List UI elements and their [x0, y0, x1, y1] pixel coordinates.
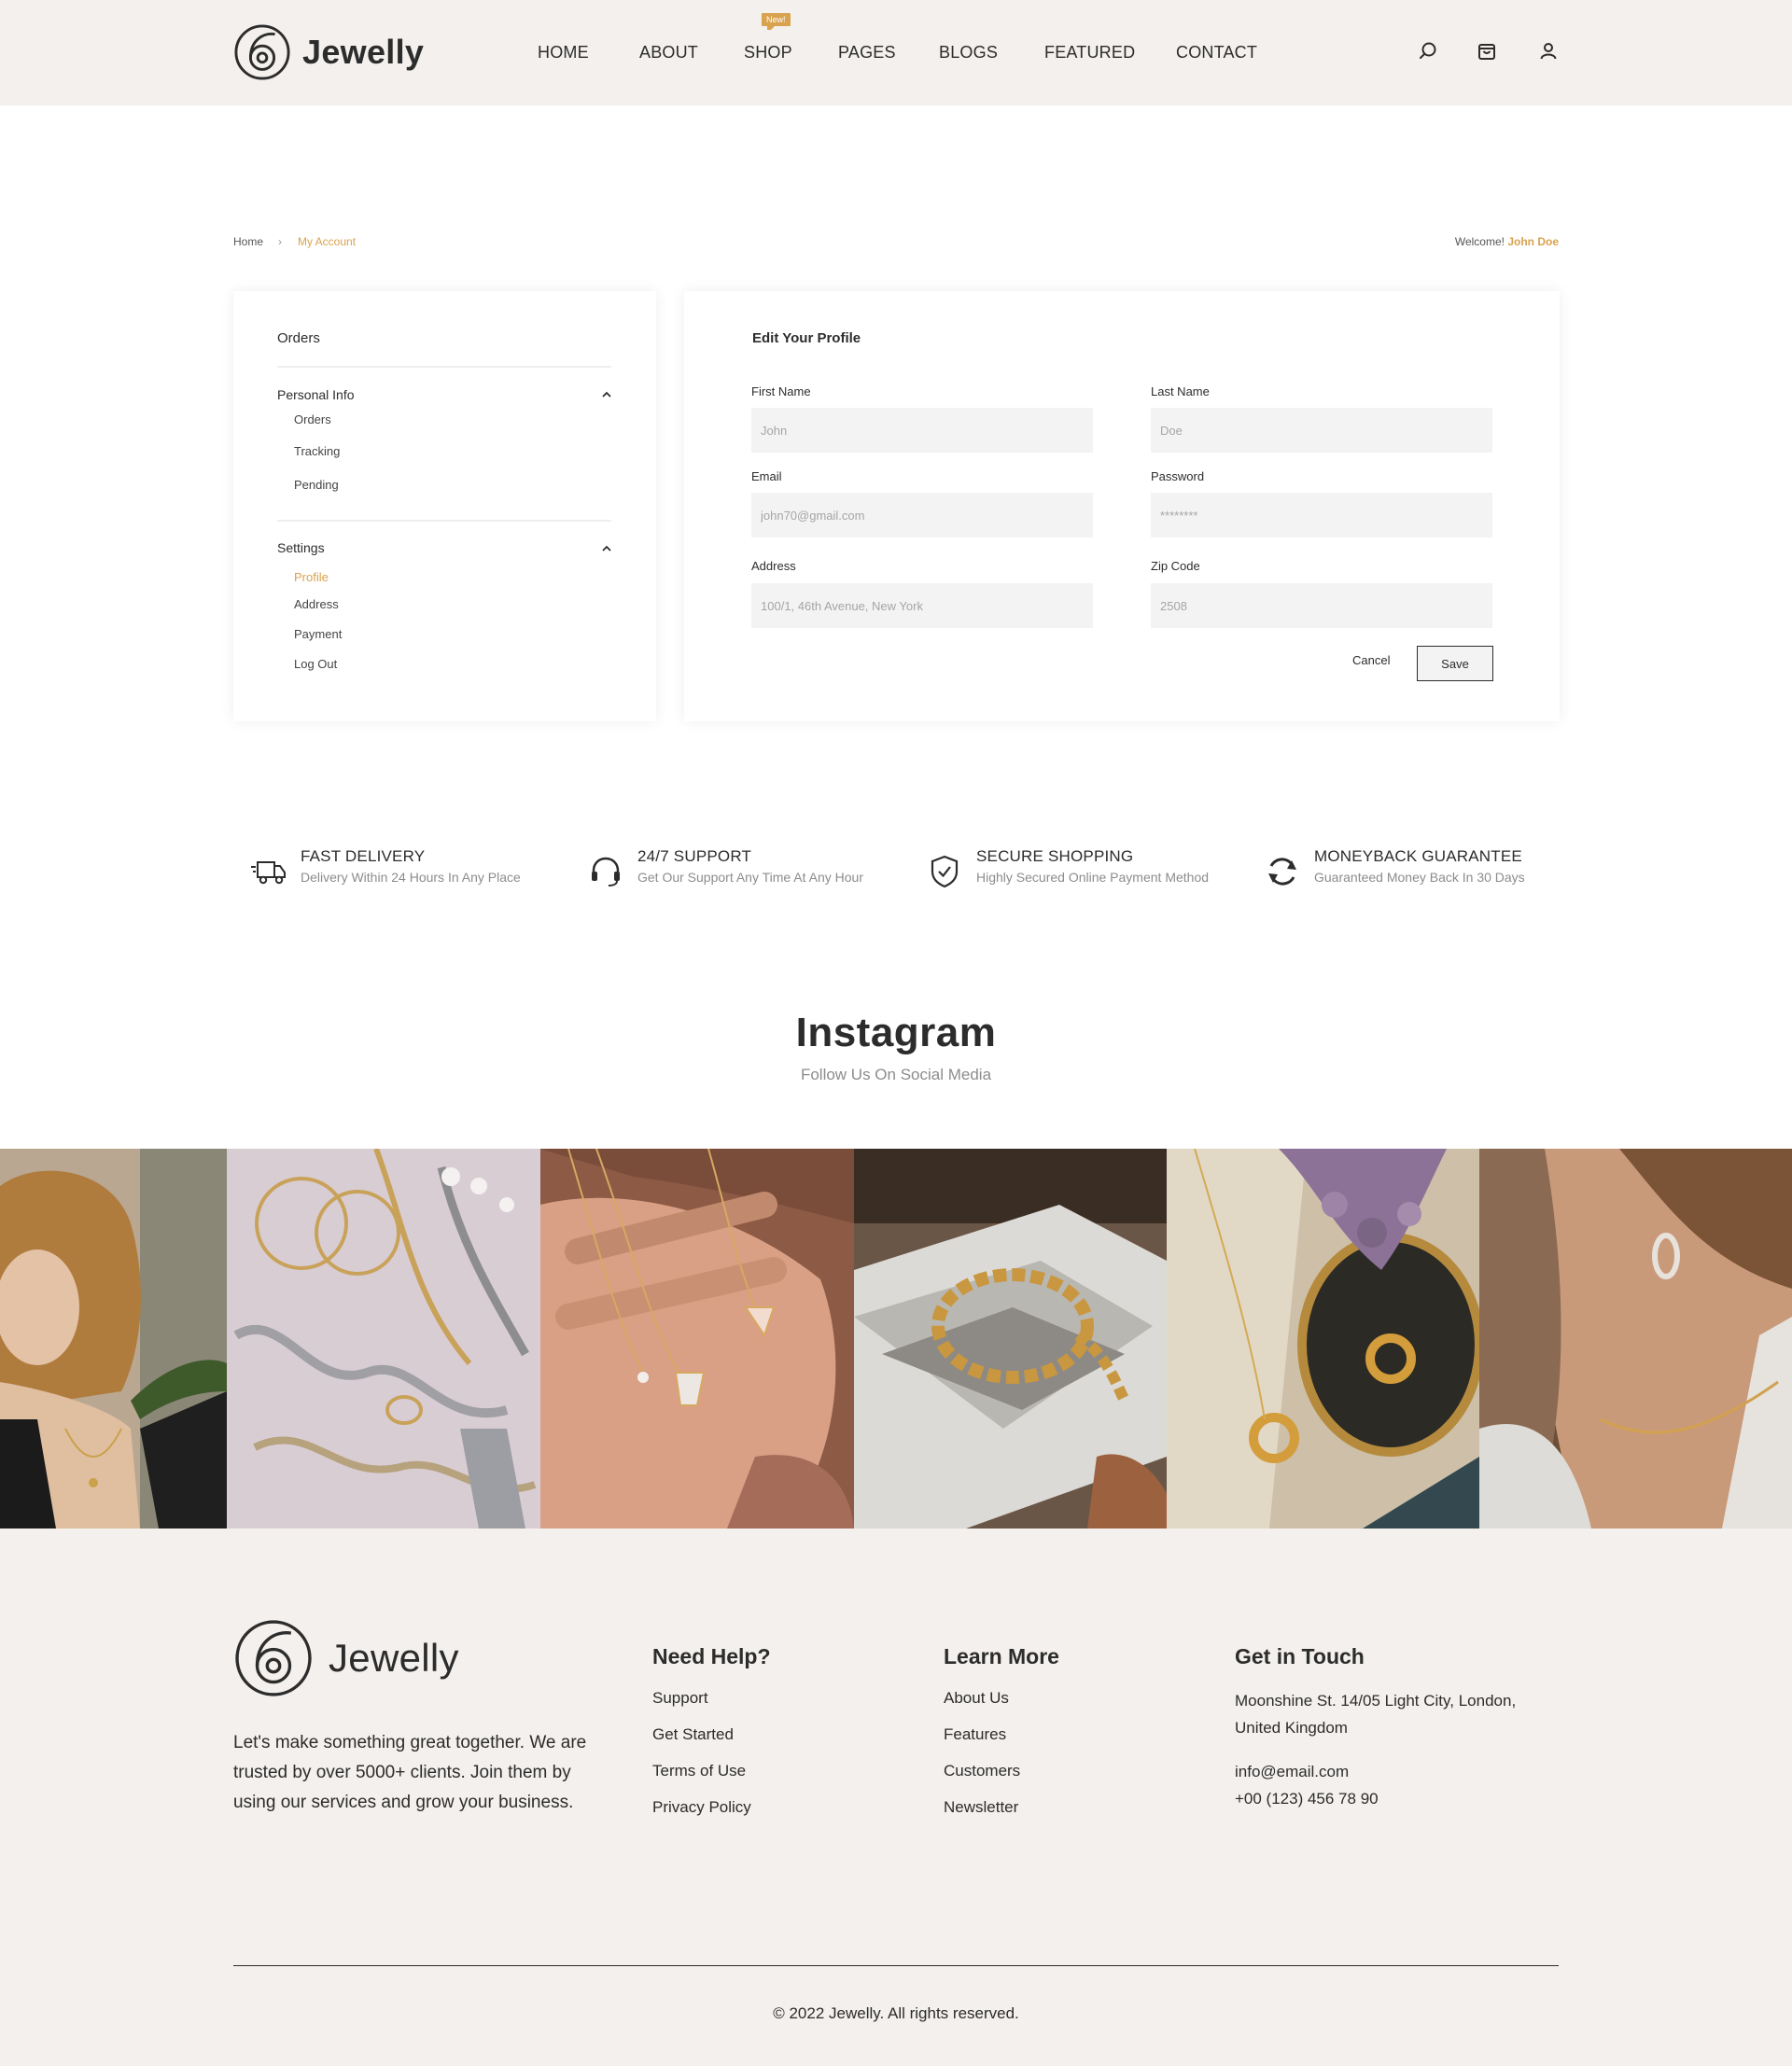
- feature-subtitle: Delivery Within 24 Hours In Any Place: [301, 870, 521, 885]
- footer-link-support[interactable]: Support: [652, 1689, 708, 1708]
- zip-code-label: Zip Code: [1151, 559, 1200, 573]
- footer-email[interactable]: info@email.com: [1235, 1758, 1349, 1785]
- welcome-message: Welcome! John Doe: [1455, 235, 1559, 248]
- instagram-photo[interactable]: [540, 1149, 854, 1529]
- instagram-subtitle: Follow Us On Social Media: [800, 1066, 992, 1083]
- sidebar-item-pending[interactable]: Pending: [294, 478, 339, 492]
- form-title: Edit Your Profile: [752, 330, 861, 346]
- save-button[interactable]: Save: [1417, 646, 1493, 681]
- site-footer: Jewelly Let's make something great toget…: [0, 1529, 1792, 2066]
- instagram-photo[interactable]: [1167, 1149, 1479, 1529]
- brand-mark-icon: [235, 1620, 312, 1696]
- email-label: Email: [751, 469, 782, 483]
- welcome-user-name[interactable]: John Doe: [1507, 235, 1559, 248]
- breadcrumb-home[interactable]: Home: [233, 235, 263, 248]
- nav-about[interactable]: ABOUT: [639, 43, 698, 63]
- feature-secure-shopping: SECURE SHOPPING Highly Secured Online Pa…: [926, 847, 1209, 890]
- sidebar-divider: [277, 520, 611, 522]
- feature-fast-delivery: FAST DELIVERY Delivery Within 24 Hours I…: [250, 847, 521, 890]
- instagram-title: Instagram: [795, 1010, 997, 1055]
- learn-more-heading: Learn More: [944, 1644, 1059, 1668]
- sidebar-item-payment[interactable]: Payment: [294, 627, 342, 641]
- feature-title: SECURE SHOPPING: [976, 847, 1134, 865]
- main-nav: HOME ABOUT SHOP New! PAGES BLOGS FEATURE…: [0, 0, 1792, 105]
- last-name-input[interactable]: [1151, 408, 1492, 453]
- nav-blogs[interactable]: BLOGS: [939, 43, 998, 63]
- chevron-up-icon[interactable]: [600, 544, 613, 553]
- need-help-heading: Need Help?: [652, 1644, 771, 1668]
- refresh-icon: [1268, 858, 1296, 886]
- feature-subtitle: Get Our Support Any Time At Any Hour: [637, 870, 864, 885]
- address-label: Address: [751, 559, 796, 573]
- instagram-photo[interactable]: [854, 1149, 1167, 1529]
- footer-link-privacy[interactable]: Privacy Policy: [652, 1798, 751, 1817]
- sidebar-item-logout[interactable]: Log Out: [294, 657, 337, 671]
- sidebar-settings[interactable]: Settings: [277, 540, 325, 555]
- feature-title: FAST DELIVERY: [301, 847, 426, 865]
- instagram-photo[interactable]: [1479, 1149, 1792, 1529]
- delivery-truck-icon: [251, 861, 286, 885]
- user-icon[interactable]: [1538, 41, 1559, 62]
- footer-logo[interactable]: Jewelly: [233, 1617, 459, 1699]
- footer-phone: +00 (123) 456 78 90: [1235, 1790, 1379, 1808]
- nav-shop[interactable]: SHOP: [744, 43, 792, 63]
- sidebar-divider: [277, 366, 611, 368]
- footer-link-customers[interactable]: Customers: [944, 1762, 1020, 1780]
- footer-brand-name: Jewelly: [329, 1636, 459, 1680]
- footer-divider: [233, 1965, 1559, 1966]
- footer-link-newsletter[interactable]: Newsletter: [944, 1798, 1018, 1817]
- get-in-touch-heading: Get in Touch: [1235, 1644, 1365, 1668]
- welcome-prefix: Welcome!: [1454, 235, 1505, 248]
- sidebar-item-orders[interactable]: Orders: [294, 412, 331, 426]
- address-input[interactable]: [751, 583, 1093, 628]
- feature-title: 24/7 SUPPORT: [637, 847, 752, 865]
- email-input[interactable]: [751, 493, 1093, 537]
- feature-support: 24/7 SUPPORT Get Our Support Any Time At…: [587, 847, 863, 890]
- password-label: Password: [1151, 469, 1205, 483]
- chevron-up-icon[interactable]: [600, 390, 613, 399]
- sidebar-personal-info[interactable]: Personal Info: [277, 387, 355, 402]
- first-name-label: First Name: [751, 384, 811, 398]
- last-name-label: Last Name: [1151, 384, 1210, 398]
- footer-address: Moonshine St. 14/05 Light City, London, …: [1235, 1692, 1517, 1737]
- headset-icon: [592, 857, 620, 886]
- first-name-input[interactable]: [751, 408, 1093, 453]
- shield-check-icon: [931, 855, 959, 888]
- footer-about-text: Let's make something great together. We …: [233, 1733, 587, 1812]
- nav-pages[interactable]: PAGES: [838, 43, 896, 63]
- footer-link-get-started[interactable]: Get Started: [652, 1725, 734, 1744]
- nav-featured[interactable]: FEATURED: [1044, 43, 1135, 63]
- instagram-photo[interactable]: [227, 1149, 540, 1529]
- account-sidebar: Orders Personal Info Orders Tracking Pen…: [233, 291, 656, 721]
- sidebar-item-tracking[interactable]: Tracking: [294, 444, 340, 458]
- password-input[interactable]: [1151, 493, 1492, 537]
- feature-subtitle: Guaranteed Money Back In 30 Days: [1314, 870, 1525, 885]
- footer-link-features[interactable]: Features: [944, 1725, 1006, 1744]
- breadcrumb-separator: ›: [278, 235, 282, 248]
- search-icon[interactable]: [1418, 41, 1438, 62]
- sidebar-item-address[interactable]: Address: [294, 597, 339, 611]
- feature-moneyback: MONEYBACK GUARANTEE Guaranteed Money Bac…: [1264, 847, 1525, 890]
- edit-profile-form: Edit Your Profile First Name Last Name E…: [684, 291, 1560, 721]
- sidebar-item-profile[interactable]: Profile: [294, 570, 329, 584]
- cart-icon[interactable]: [1477, 41, 1497, 62]
- feature-title: MONEYBACK GUARANTEE: [1314, 847, 1522, 865]
- new-badge: New!: [762, 13, 791, 30]
- footer-link-about-us[interactable]: About Us: [944, 1689, 1009, 1708]
- nav-contact[interactable]: CONTACT: [1176, 43, 1257, 63]
- site-header: Jewelly HOME ABOUT SHOP New! PAGES BLOGS…: [0, 0, 1792, 105]
- breadcrumb-current: My Account: [298, 235, 357, 248]
- nav-home[interactable]: HOME: [538, 43, 589, 63]
- footer-link-terms[interactable]: Terms of Use: [652, 1762, 746, 1780]
- instagram-photo[interactable]: [0, 1149, 227, 1529]
- instagram-gallery: [0, 1149, 1792, 1529]
- copyright-text: © 2022 Jewelly. All rights reserved.: [773, 2004, 1019, 2022]
- sidebar-orders-title[interactable]: Orders: [277, 330, 320, 346]
- cancel-button[interactable]: Cancel: [1352, 653, 1390, 667]
- feature-subtitle: Highly Secured Online Payment Method: [976, 870, 1210, 885]
- zip-code-input[interactable]: [1151, 583, 1492, 628]
